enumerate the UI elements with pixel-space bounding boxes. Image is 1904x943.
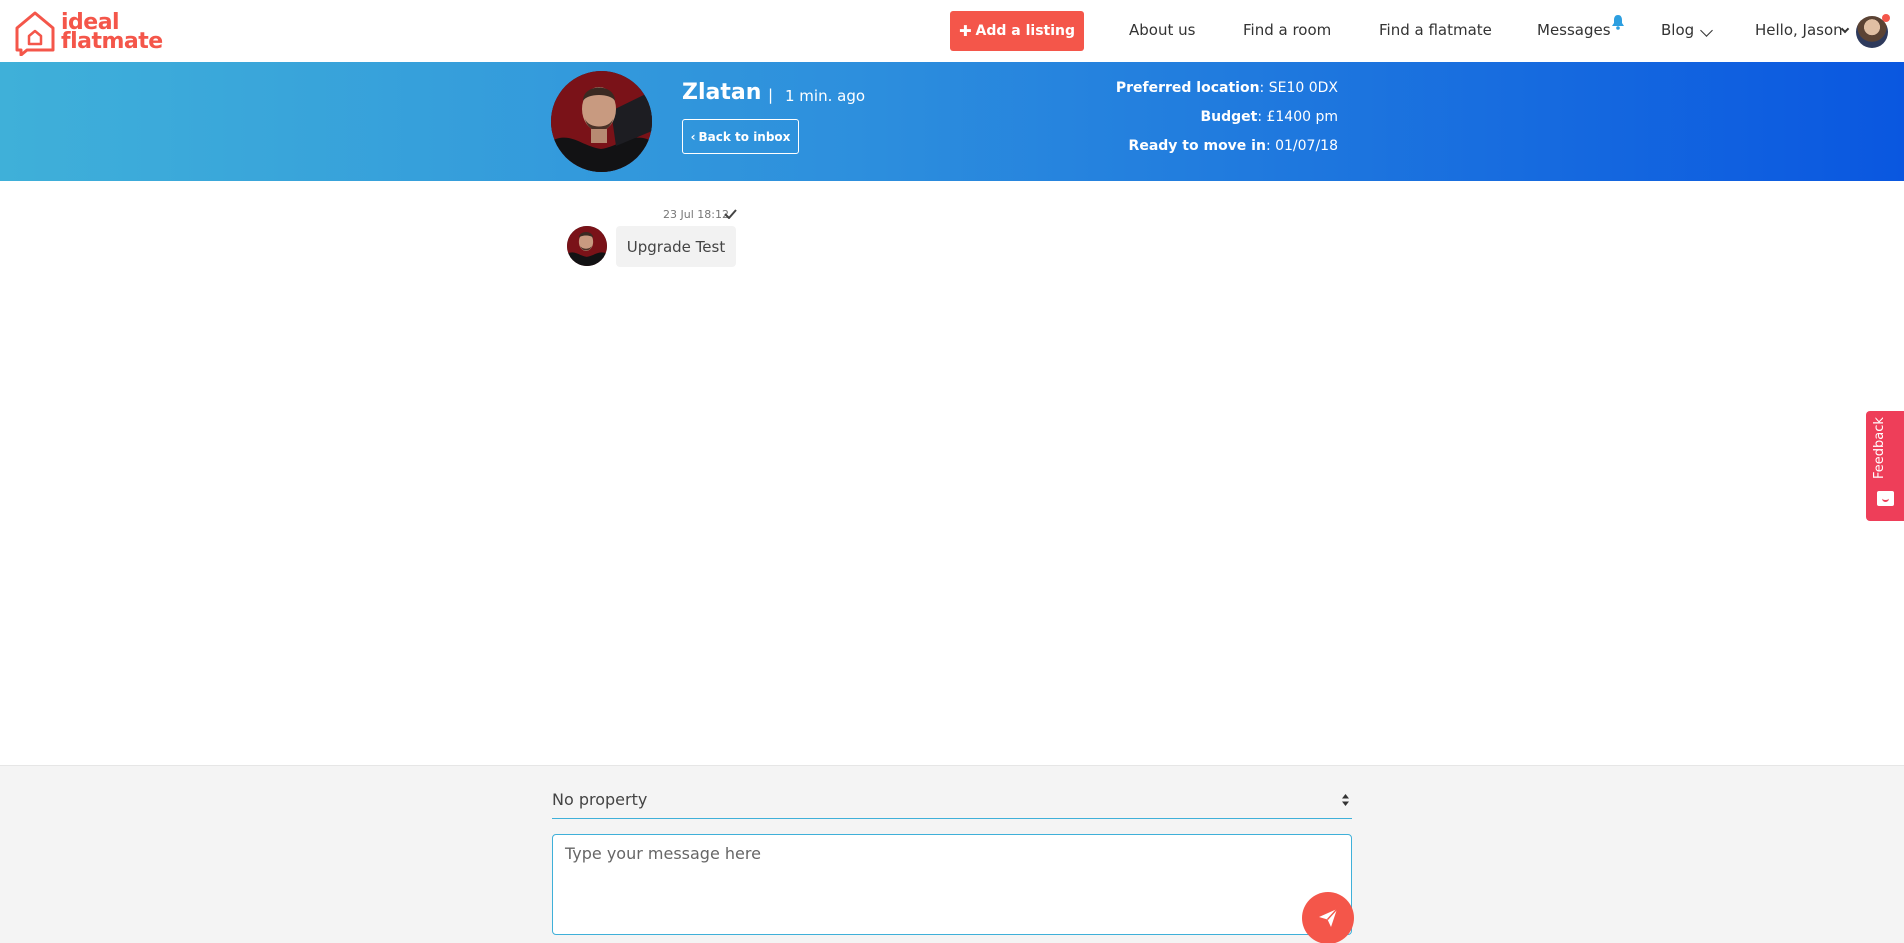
- message-avatar: [567, 226, 607, 266]
- conversation-header: Zlatan | 1 min. ago ‹ Back to inbox Pref…: [0, 62, 1904, 181]
- property-select-value: No property: [552, 790, 648, 809]
- nav-about-us[interactable]: About us: [1129, 21, 1195, 39]
- notification-dot: [1882, 14, 1890, 22]
- budget: Budget: £1400 pm: [1200, 109, 1338, 125]
- brand-line-2: flatmate: [61, 29, 163, 54]
- send-icon: [1319, 908, 1338, 927]
- bell-icon: [1612, 15, 1624, 30]
- house-logo-icon: [15, 11, 55, 56]
- move-in-date: Ready to move in: 01/07/18: [1129, 138, 1338, 154]
- preferred-location: Preferred location: SE10 0DX: [1116, 80, 1338, 96]
- feedback-icon: [1877, 491, 1894, 506]
- check-icon: [724, 209, 737, 219]
- back-to-inbox-label: Back to inbox: [698, 129, 791, 144]
- message-timestamp: 23 Jul 18:12: [663, 208, 729, 221]
- move-in-value: : 01/07/18: [1265, 138, 1338, 154]
- contact-name: Zlatan: [682, 80, 762, 105]
- preferred-location-label: Preferred location: [1115, 80, 1260, 96]
- last-seen: 1 min. ago: [785, 87, 866, 105]
- contact-avatar[interactable]: [551, 71, 652, 172]
- budget-label: Budget: [1200, 109, 1258, 125]
- move-in-label: Ready to move in: [1128, 138, 1266, 154]
- chevron-down-icon[interactable]: [1700, 24, 1713, 37]
- property-select[interactable]: No property: [552, 781, 1352, 819]
- nav-find-flatmate[interactable]: Find a flatmate: [1379, 21, 1492, 39]
- feedback-tab[interactable]: Feedback: [1866, 411, 1904, 521]
- top-navbar: ideal flatmate ✚ Add a listing About us …: [0, 0, 1904, 62]
- add-listing-button[interactable]: ✚ Add a listing: [950, 11, 1084, 51]
- message-text: Upgrade Test: [626, 237, 726, 256]
- add-listing-label: Add a listing: [975, 23, 1076, 39]
- nav-find-room[interactable]: Find a room: [1243, 21, 1331, 39]
- message-input[interactable]: [552, 834, 1352, 935]
- chevron-left-icon: ‹: [690, 129, 696, 144]
- sort-arrows-icon: [1342, 794, 1349, 806]
- message-composer: No property: [0, 765, 1904, 943]
- nav-blog[interactable]: Blog: [1661, 21, 1694, 39]
- send-button[interactable]: [1302, 892, 1354, 943]
- feedback-label: Feedback: [1872, 417, 1887, 479]
- user-greeting[interactable]: Hello, Jason: [1755, 21, 1843, 39]
- message-bubble: Upgrade Test: [616, 226, 736, 267]
- nav-messages[interactable]: Messages: [1537, 21, 1611, 39]
- header-separator: |: [768, 86, 774, 104]
- preferred-location-value: : SE10 0DX: [1259, 80, 1338, 96]
- budget-value: : £1400 pm: [1257, 109, 1338, 125]
- back-to-inbox-button[interactable]: ‹ Back to inbox: [682, 119, 799, 154]
- plus-icon: ✚: [958, 22, 972, 40]
- brand-logo[interactable]: ideal flatmate: [13, 8, 163, 56]
